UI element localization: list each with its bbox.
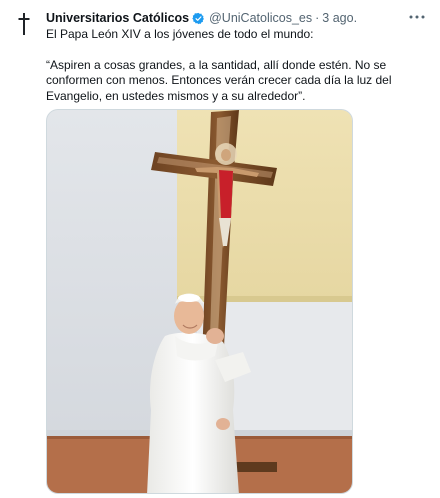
author-handle[interactable]: @UniCatolicos_es bbox=[209, 11, 312, 25]
tweet-header: Universitarios Católicos @UniCatolicos_e… bbox=[46, 10, 428, 26]
tweet-text-quote: “Aspiren a cosas grandes, a la santidad,… bbox=[46, 57, 392, 103]
avatar[interactable] bbox=[14, 12, 34, 40]
separator-dot: · bbox=[315, 11, 320, 25]
cross-icon bbox=[18, 13, 30, 35]
timestamp[interactable]: 3 ago. bbox=[322, 11, 357, 25]
tweet-text: El Papa León XIV a los jóvenes de todo e… bbox=[46, 27, 430, 104]
tweet-text-intro: El Papa León XIV a los jóvenes de todo e… bbox=[46, 27, 314, 41]
photo-pope-with-crucifix bbox=[47, 110, 352, 493]
author-name[interactable]: Universitarios Católicos bbox=[46, 11, 189, 25]
more-options-icon bbox=[409, 15, 425, 19]
more-options-button[interactable] bbox=[408, 8, 426, 26]
tweet[interactable]: Universitarios Católicos @UniCatolicos_e… bbox=[0, 0, 440, 498]
verified-badge-icon bbox=[192, 12, 205, 25]
tweet-photo[interactable] bbox=[46, 109, 353, 494]
